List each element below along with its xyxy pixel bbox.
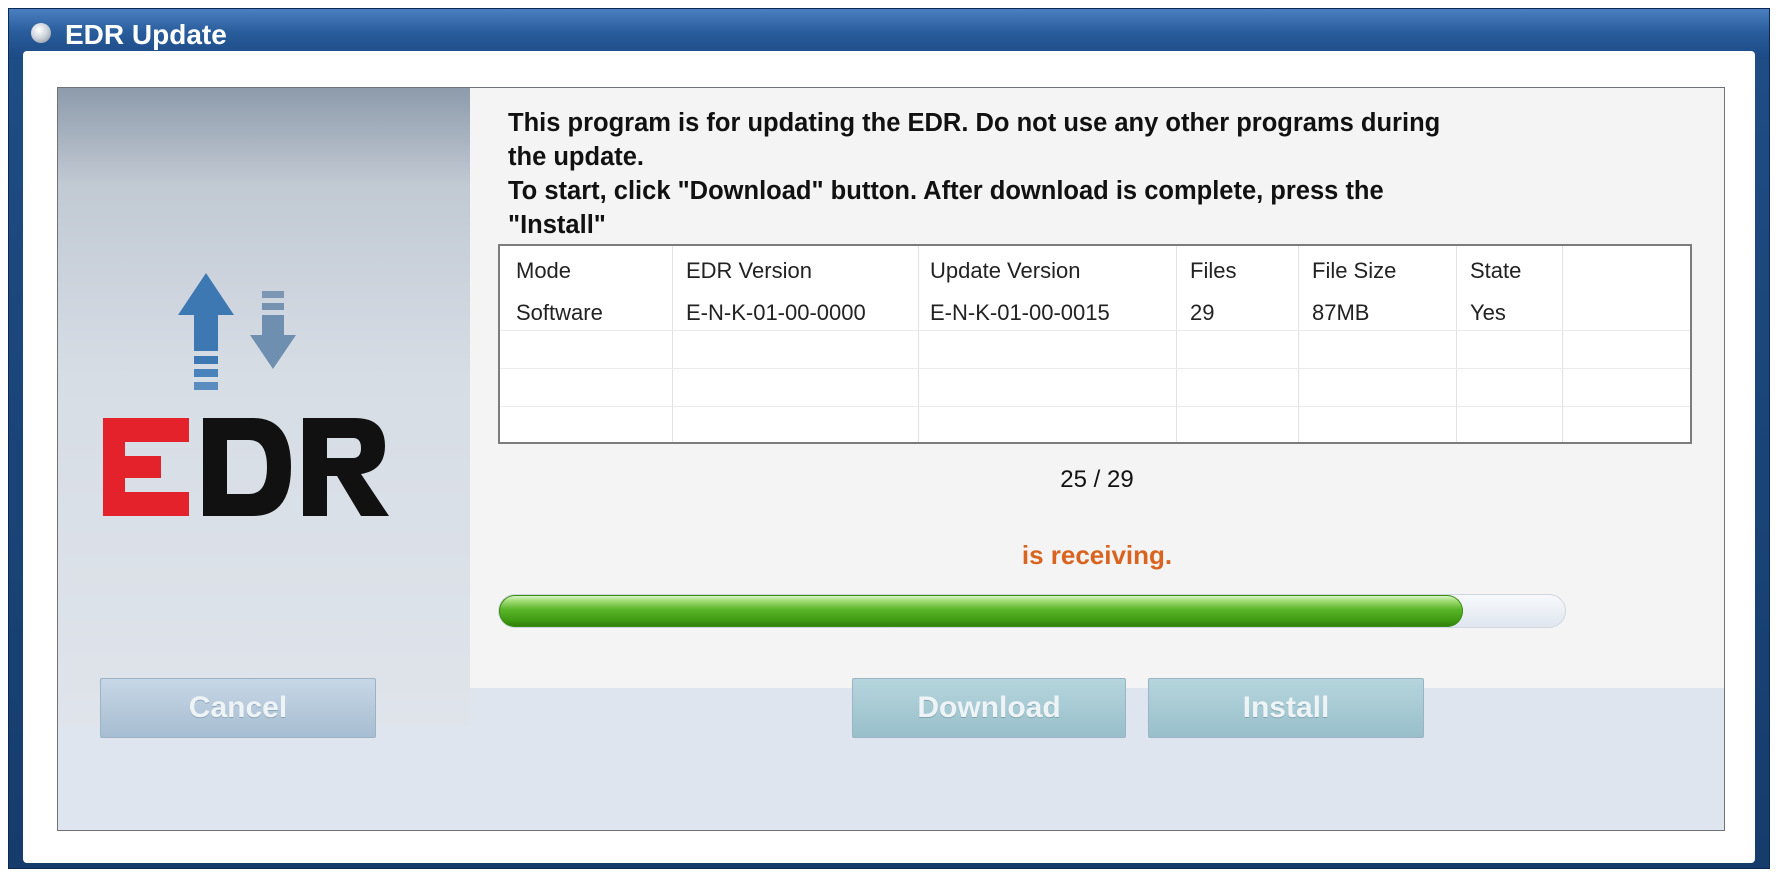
download-button[interactable]: Download [852, 678, 1126, 738]
instruction-line: To start, click "Download" button. After… [508, 177, 1384, 205]
main-panel: This program is for updating the EDR. Do… [57, 87, 1725, 831]
column-divider [1298, 246, 1299, 442]
window-title: EDR Update [65, 19, 227, 50]
instruction-line: "Install" [508, 211, 606, 239]
column-header-mode[interactable]: Mode [516, 258, 571, 284]
column-divider [918, 246, 919, 442]
table-cell-mode[interactable]: Software [516, 300, 603, 326]
column-header-file-size[interactable]: File Size [1312, 258, 1396, 284]
update-arrows-icon [178, 273, 296, 390]
column-divider [672, 246, 673, 442]
column-header-files[interactable]: Files [1190, 258, 1236, 284]
column-divider [1176, 246, 1177, 442]
window-client-area: This program is for updating the EDR. Do… [23, 51, 1755, 863]
window-app-icon[interactable] [31, 23, 51, 43]
logo-pane [58, 88, 470, 726]
update-table[interactable]: Mode EDR Version Update Version Files Fi… [498, 244, 1692, 444]
cancel-button[interactable]: Cancel [100, 678, 376, 738]
column-divider [1456, 246, 1457, 442]
table-cell-files[interactable]: 29 [1190, 300, 1214, 326]
table-cell-edr-version[interactable]: E-N-K-01-00-0000 [686, 300, 866, 326]
instruction-line: This program is for updating the EDR. Do… [508, 109, 1441, 137]
instruction-line: the update. [508, 143, 645, 171]
table-cell-file-size[interactable]: 87MB [1312, 300, 1369, 326]
table-cell-state[interactable]: Yes [1470, 300, 1506, 326]
instructions-text: This program is for updating the EDR. Do… [508, 106, 1688, 242]
table-cell-update-version[interactable]: E-N-K-01-00-0015 [930, 300, 1110, 326]
column-divider [1562, 246, 1563, 442]
row-divider [500, 368, 1690, 369]
edr-update-window: EDR Update This program is for updating … [8, 8, 1770, 869]
progress-fill [499, 595, 1463, 627]
content-area: This program is for updating the EDR. Do… [470, 88, 1724, 688]
column-header-edr-version[interactable]: EDR Version [686, 258, 812, 284]
column-header-state[interactable]: State [1470, 258, 1521, 284]
download-progress-bar [498, 594, 1566, 628]
file-counter: 25 / 29 [1060, 466, 1134, 493]
row-divider [500, 406, 1690, 407]
column-header-update-version[interactable]: Update Version [930, 258, 1080, 284]
row-divider [500, 330, 1690, 331]
install-button[interactable]: Install [1148, 678, 1424, 738]
edr-logo [103, 418, 389, 516]
status-text: is receiving. [1021, 540, 1173, 570]
